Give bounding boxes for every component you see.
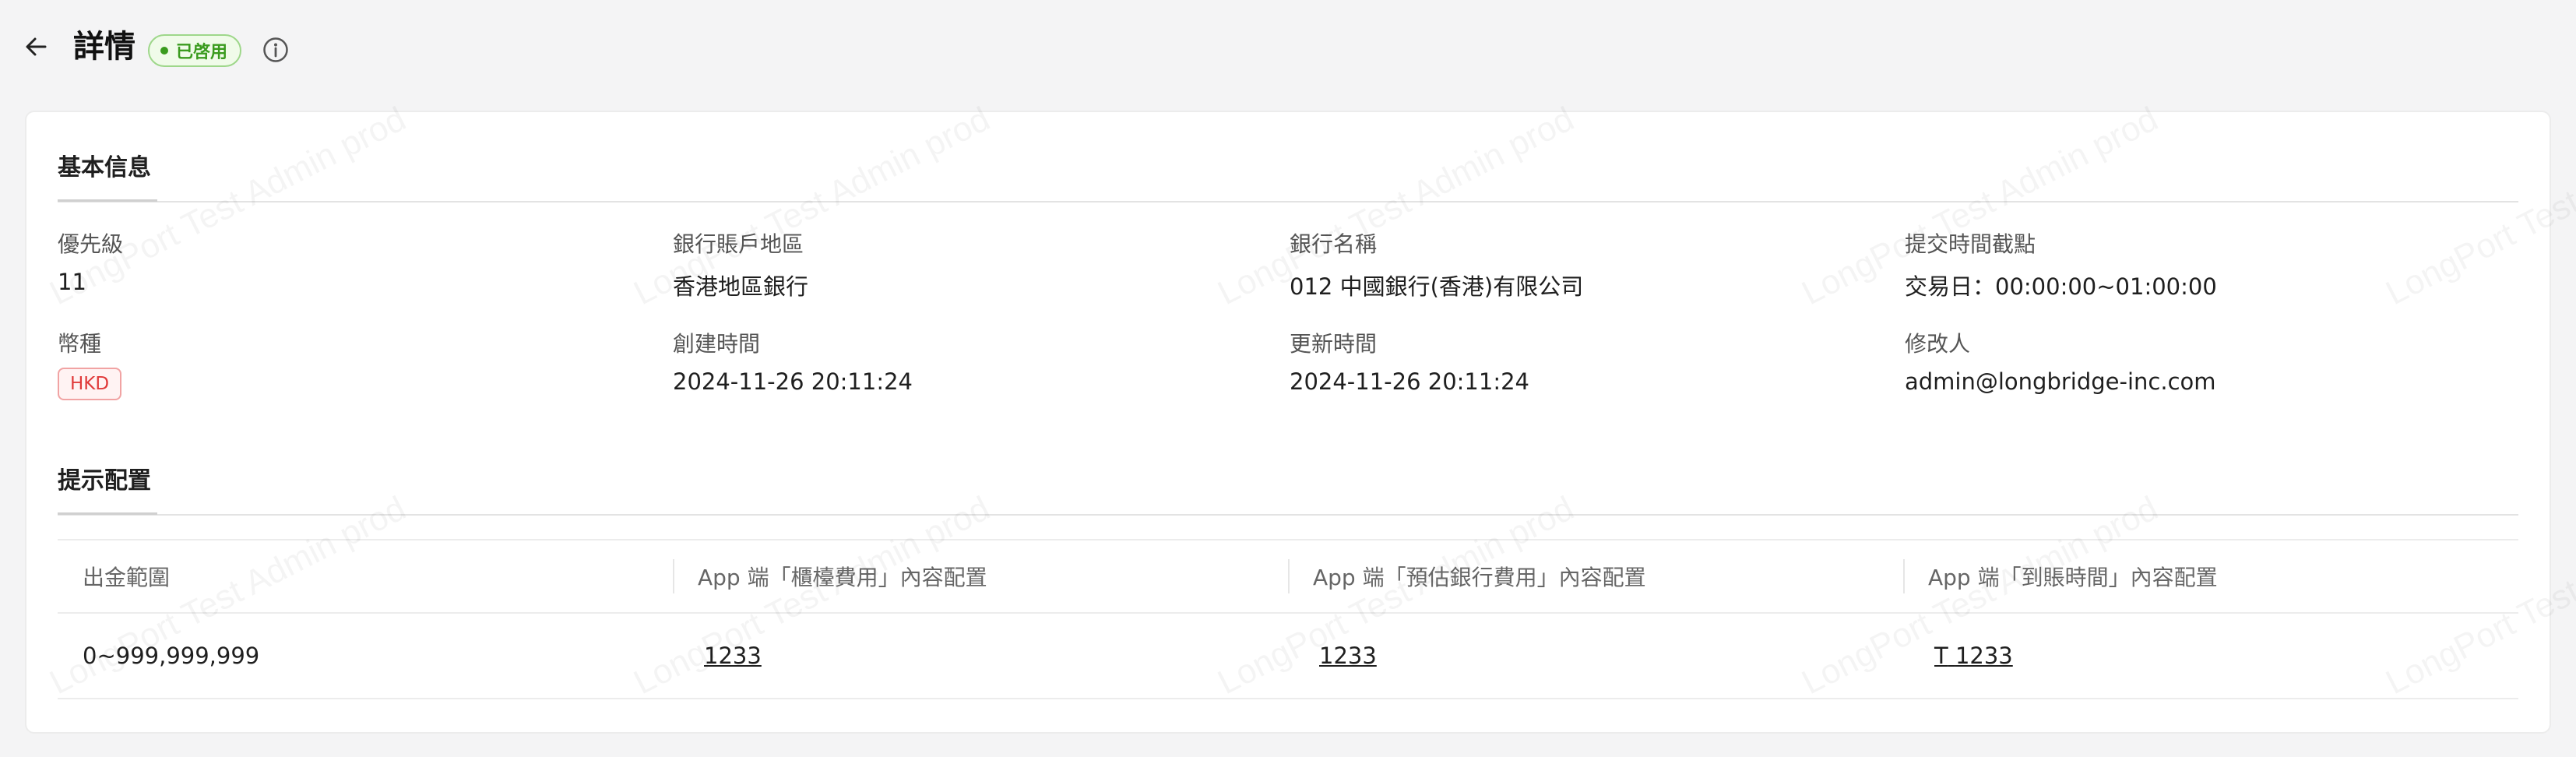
cell-bank-fee: 1233	[1319, 614, 1377, 698]
field-value-modifier: admin@longbridge-inc.com	[1905, 368, 2216, 395]
section-title-underline	[58, 199, 157, 202]
currency-tag: HKD	[58, 368, 122, 400]
table-row: 0~999,999,999 1233 1233 T 1233	[58, 614, 2518, 699]
column-header-bank-fee: App 端「預估銀行費用」內容配置	[1313, 565, 1646, 590]
counter-fee-link[interactable]: 1233	[704, 643, 762, 669]
field-label-bank-name: 銀行名稱	[1290, 231, 1378, 257]
section-divider	[58, 514, 2518, 516]
field-value-submit-cutoff: 交易日：00:00:00~01:00:00	[1905, 273, 2217, 300]
section-title-underline	[58, 512, 157, 515]
column-header-counter-fee: App 端「櫃檯費用」內容配置	[698, 565, 987, 590]
page-header: 詳情 已啓用	[0, 0, 2576, 101]
column-divider	[1288, 559, 1290, 593]
info-button[interactable]	[262, 36, 290, 64]
column-divider	[673, 559, 674, 593]
arrival-prefix: T	[1934, 643, 1948, 669]
field-value-updated-time: 2024-11-26 20:11:24	[1290, 368, 1529, 395]
page-title: 詳情	[73, 29, 135, 65]
field-label-currency: 幣種	[58, 331, 102, 357]
field-label-bank-region: 銀行賬戶地區	[673, 231, 804, 257]
column-header-arrival-time: App 端「到賬時間」內容配置	[1928, 565, 2218, 590]
field-label-updated-time: 更新時間	[1290, 331, 1378, 357]
column-divider	[1903, 559, 1905, 593]
field-label-modifier: 修改人	[1905, 331, 1971, 357]
hint-config-table: 出金範圍 App 端「櫃檯費用」內容配置 App 端「預估銀行費用」內容配置 A…	[58, 539, 2518, 699]
bank-fee-link[interactable]: 1233	[1319, 643, 1377, 669]
arrival-time-link[interactable]: T 1233	[1934, 643, 2013, 669]
column-header-range: 出金範圍	[83, 565, 171, 590]
field-label-created-time: 創建時間	[673, 331, 761, 357]
section-title-hint-config: 提示配置	[58, 467, 151, 495]
cell-arrival-time: T 1233	[1934, 614, 2013, 698]
status-dot-icon	[160, 47, 168, 55]
arrow-left-icon	[26, 37, 47, 56]
info-icon	[263, 37, 288, 62]
arrival-value: 1233	[1955, 643, 2013, 669]
cell-range: 0~999,999,999	[83, 643, 260, 669]
field-label-submit-cutoff: 提交時間截點	[1905, 231, 2036, 257]
field-value-created-time: 2024-11-26 20:11:24	[673, 368, 913, 395]
detail-card: 基本信息 優先級 11 銀行賬戶地區 香港地區銀行 銀行名稱 012 中國銀行(…	[25, 111, 2551, 734]
section-title-basic-info: 基本信息	[58, 154, 151, 181]
back-button[interactable]	[20, 31, 51, 62]
field-value-bank-name: 012 中國銀行(香港)有限公司	[1290, 273, 1584, 300]
section-divider	[58, 201, 2518, 202]
field-value-priority: 11	[58, 269, 86, 295]
table-header: 出金範圍 App 端「櫃檯費用」內容配置 App 端「預估銀行費用」內容配置 A…	[58, 539, 2518, 614]
cell-counter-fee: 1233	[704, 614, 762, 698]
status-badge: 已啓用	[148, 34, 242, 67]
field-value-bank-region: 香港地區銀行	[673, 273, 809, 300]
status-badge-label: 已啓用	[176, 43, 228, 62]
field-label-priority: 優先級	[58, 231, 124, 257]
